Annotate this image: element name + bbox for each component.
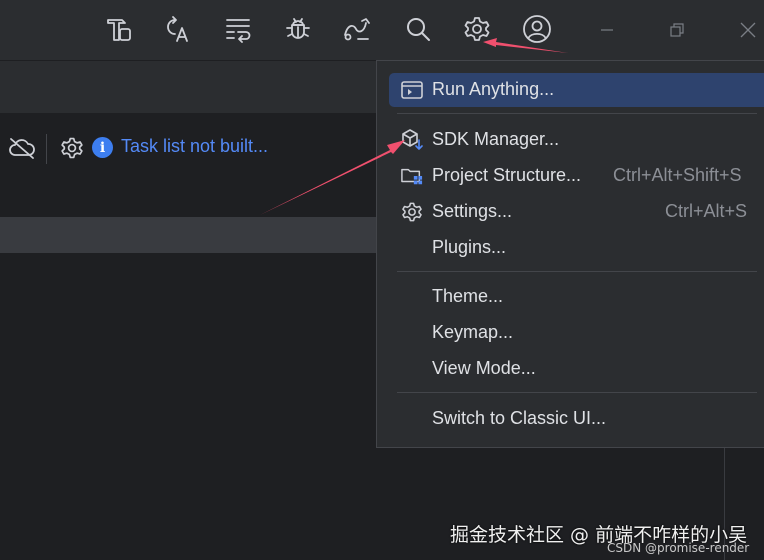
restore-icon[interactable] [665, 18, 689, 42]
menu-item-shortcut: Ctrl+Alt+Shift+S [613, 165, 742, 185]
menu-item-sdk-manager[interactable]: SDK Manager... [389, 123, 764, 157]
menu-item-label: Switch to Classic UI... [432, 408, 607, 428]
menu-item-settings[interactable]: Settings... Ctrl+Alt+S [389, 195, 764, 229]
info-icon: i [92, 137, 113, 158]
cloud-off-icon[interactable] [8, 136, 36, 164]
menu-item-label: Theme... [432, 286, 504, 306]
menu-item-theme[interactable]: Theme... [389, 280, 764, 314]
account-icon[interactable] [522, 14, 552, 44]
editor-tab-bar [0, 61, 380, 114]
menu-separator [397, 271, 757, 272]
menu-separator [397, 113, 757, 114]
menu-item-shortcut: Ctrl+Alt+S [665, 201, 748, 221]
menu-item-label: Keymap... [432, 322, 514, 342]
menu-item-label: View Mode... [432, 358, 536, 378]
settings-icon [401, 202, 423, 222]
menu-item-plugins[interactable]: Plugins... [389, 231, 764, 265]
main-toolbar [0, 0, 764, 61]
menu-item-switch-classic-ui[interactable]: Switch to Classic UI... [389, 402, 764, 436]
gear-icon[interactable] [462, 14, 492, 44]
bug-icon[interactable] [283, 14, 313, 44]
menu-item-label: Settings... [432, 201, 513, 221]
toolbar-separator [46, 134, 47, 164]
menu-item-project-structure[interactable]: Project Structure... Ctrl+Alt+Shift+S [389, 159, 764, 193]
menu-separator [397, 392, 757, 393]
close-icon[interactable] [736, 18, 760, 42]
translate-icon[interactable] [163, 14, 193, 44]
menu-item-label: Plugins... [432, 237, 507, 257]
task-list-status-link[interactable]: Task list not built... [121, 136, 268, 157]
menu-item-label: SDK Manager... [432, 129, 560, 149]
run-anything-icon [401, 80, 423, 100]
minimize-icon[interactable] [595, 18, 619, 42]
search-icon[interactable] [403, 14, 433, 44]
soft-wrap-icon[interactable] [223, 14, 253, 44]
project-structure-icon [401, 166, 423, 186]
task-status-bar: i Task list not built... [0, 114, 380, 184]
menu-item-view-mode[interactable]: View Mode... [389, 352, 764, 386]
menu-item-label: Run Anything... [432, 79, 555, 99]
watermark-csdn: CSDN @promise-render [607, 541, 750, 555]
sdk-manager-icon [401, 129, 423, 150]
menu-item-run-anything[interactable]: Run Anything... [389, 73, 764, 107]
route-icon[interactable] [342, 14, 372, 44]
menu-item-keymap[interactable]: Keymap... [389, 316, 764, 350]
main-menu-popup: Run Anything... SDK Manager... Project S… [376, 60, 764, 448]
menu-item-label: Project Structure... [432, 165, 582, 185]
highlighted-line [0, 217, 380, 253]
build-icon[interactable] [104, 14, 134, 44]
task-settings-icon[interactable] [60, 136, 84, 164]
